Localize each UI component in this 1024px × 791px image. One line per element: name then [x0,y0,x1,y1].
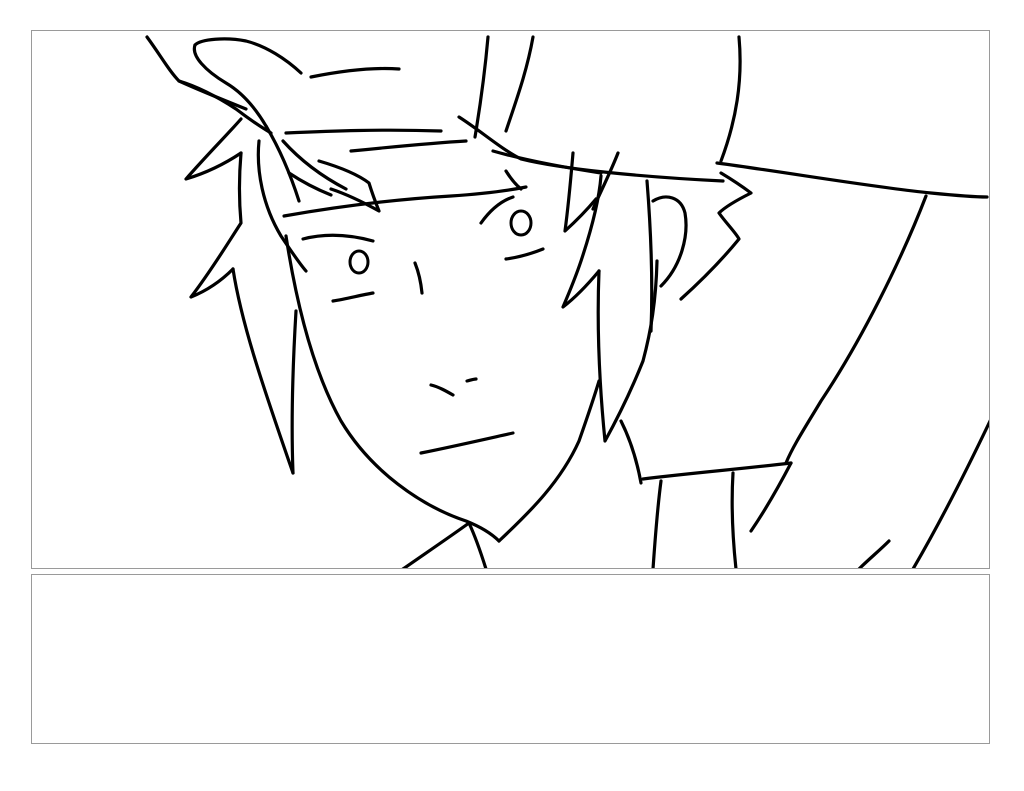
storyboard-page [0,0,1024,791]
panel-notes-box[interactable] [31,574,990,744]
sketch-stroke [193,37,303,75]
sketch-stroke [504,35,535,133]
right-eye [509,209,533,237]
sketch-stroke [192,43,268,128]
sketch-stroke [596,259,659,443]
sketch-stroke [641,461,793,481]
sketch-stroke [429,383,455,397]
sketch-stroke [145,35,248,111]
sketch-stroke [473,35,490,139]
left-eye [348,249,370,275]
sketch-stroke [331,291,375,303]
sketch-stroke [184,117,243,181]
sketch-stroke [301,233,375,243]
sketch-stroke [679,171,753,301]
sketch-stroke [284,234,501,543]
sketch-stroke [231,267,295,475]
sketch-stroke [651,479,663,568]
sketch-stroke [504,247,545,261]
sketch-stroke [349,139,468,153]
sketch-stroke [784,194,928,465]
sketch-stroke [465,377,478,383]
sketch-stroke [491,149,603,175]
sketch-stroke [497,379,601,543]
storyboard-panel [31,30,990,569]
sketch-stroke [730,471,738,568]
sketch-stroke [645,179,654,333]
sketch-stroke [264,124,301,203]
sketch-stroke [401,521,471,568]
sketch-stroke [290,309,298,475]
sketch-stroke [309,66,401,79]
sketch-stroke [857,539,891,568]
sketch-stroke [479,195,515,225]
sketch-stroke [284,128,443,135]
sketch-stroke [911,419,989,568]
sketch-stroke [715,161,989,199]
sketch-stroke [719,35,742,163]
sketch-stroke [619,419,643,485]
sketch-stroke [749,461,793,533]
sketch-stroke [413,261,424,295]
sketch-stroke [563,151,598,233]
sketch-stroke [419,431,515,455]
sketch-stroke [504,169,523,191]
character-sketch [145,35,989,568]
